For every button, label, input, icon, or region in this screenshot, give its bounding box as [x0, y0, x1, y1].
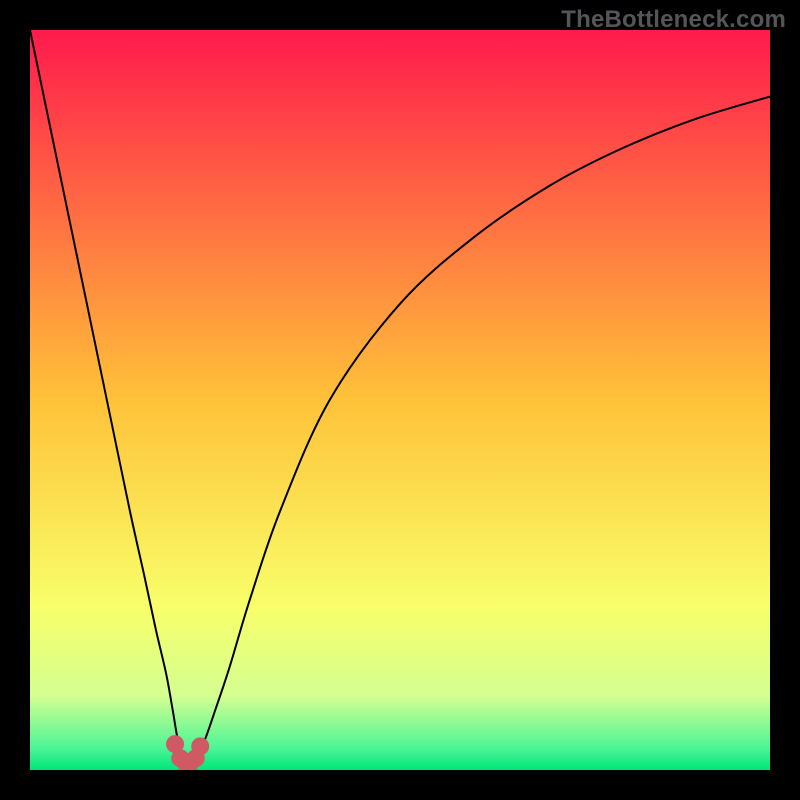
chart-frame: TheBottleneck.com	[0, 0, 800, 800]
plot-svg	[30, 30, 770, 770]
gradient-background	[30, 30, 770, 770]
bottleneck-plot	[30, 30, 770, 770]
